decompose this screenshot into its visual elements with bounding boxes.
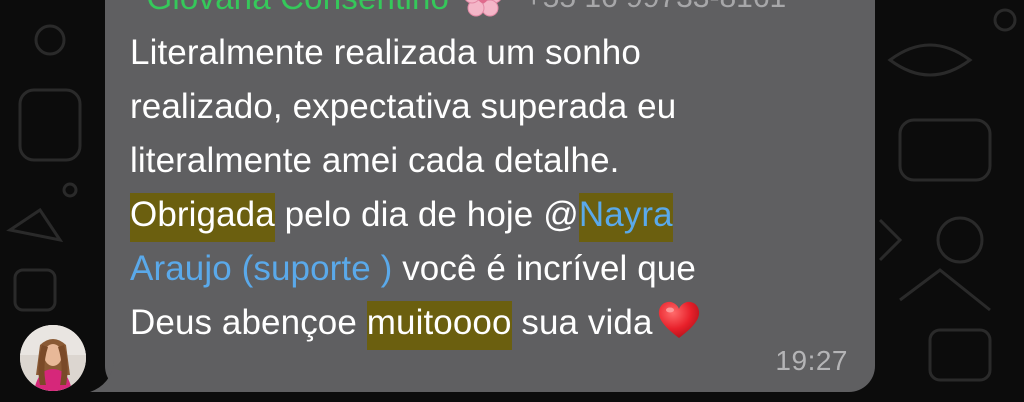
search-highlight: muitoooo [366, 301, 512, 350]
message-line: literalmente amei cada detalhe. [130, 141, 620, 180]
sender-name[interactable]: ~Giovana Consentino [127, 0, 449, 17]
search-highlight: Obrigada [130, 193, 275, 242]
contact-avatar[interactable] [20, 325, 86, 391]
message-segment: você é incrível que [392, 249, 696, 288]
mention-link[interactable]: Araujo (suporte ) [130, 249, 392, 288]
mention-link[interactable]: Nayra [578, 193, 673, 242]
message-segment: Deus abençoe [130, 303, 367, 342]
cherry-blossom-icon [465, 0, 501, 17]
message-text: Literalmente realizada um sonho realizad… [130, 26, 850, 350]
message-segment: pelo dia de hoje @ [274, 195, 579, 234]
sender-header: ~Giovana Consentino +55 16 99733-8161 [127, 0, 786, 18]
sender-phone: +55 16 99733-8161 [525, 0, 786, 15]
message-line: realizado, expectativa superada eu [130, 87, 677, 126]
avatar-photo-icon [20, 325, 86, 391]
message-line: Araujo (suporte ) você é incrível que [130, 242, 850, 296]
red-heart-icon [658, 301, 699, 338]
bubble-tail [90, 360, 130, 392]
message-line: Literalmente realizada um sonho [130, 33, 641, 72]
message-timestamp: 19:27 [775, 345, 848, 376]
message-segment: sua vida [511, 303, 653, 342]
message-line: Obrigada pelo dia de hoje @Nayra [130, 188, 850, 242]
message-line: Deus abençoe muitoooo sua vida [130, 296, 850, 350]
